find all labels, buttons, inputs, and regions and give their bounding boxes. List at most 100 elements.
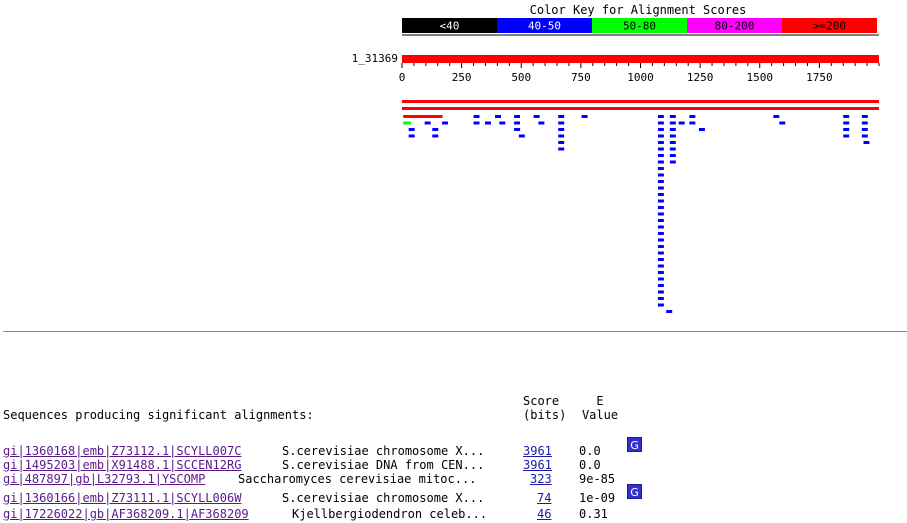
hit-segment [657,180,664,183]
hit-segment [558,115,565,118]
hit-segment [657,245,664,248]
hit-bar-full [402,107,879,110]
hit-segment [558,141,565,144]
hit-segment [698,128,705,131]
hit-segment [442,121,449,125]
hit-segment [843,134,850,138]
hit-segment [657,115,664,118]
hit-segment [538,121,545,125]
hit-segment [863,141,870,144]
hit-description: S.cerevisiae chromosome X... [282,491,485,505]
hit-segment [689,121,696,125]
hit-description: S.cerevisiae chromosome X... [282,444,485,458]
hit-segment [432,128,439,131]
hit-segment [408,128,415,131]
hit-segment [669,134,676,138]
hit-segment [657,264,664,268]
hit-segment [669,141,676,144]
score-link[interactable]: 46 [537,507,551,521]
hit-segment [657,173,664,177]
query-label: 1_31369 [352,52,398,65]
ruler-tick-label: 0 [399,71,406,84]
hit-segment [861,121,868,125]
hit-segment [843,115,850,118]
hit-segment [657,134,664,138]
hit-segment [499,121,506,125]
color-key-bin-label: 40-50 [528,20,561,33]
accession-link[interactable]: gi|1360168|emb|Z73112.1|SCYLL007C [3,444,241,458]
hit-segment [514,115,521,118]
query-bar [402,55,879,63]
hit-segment [657,167,664,170]
hit-segment [657,251,664,255]
hit-segment [669,121,676,125]
gene-link-icon[interactable]: G [627,437,642,452]
ruler-tick-label: 1250 [687,71,714,84]
hit-segment [558,121,565,125]
hit-segment [669,154,676,157]
hit-segment [678,121,685,125]
hit-segment [657,232,664,235]
hit-segment [657,141,664,144]
hit-bar-full [402,100,879,103]
ruler-tick-label: 1000 [627,71,654,84]
score-link[interactable]: 3961 [523,458,552,472]
hit-bars [402,100,879,313]
score-link[interactable]: 323 [530,472,552,486]
score-link[interactable]: 3961 [523,444,552,458]
ruler-tick-label: 250 [452,71,472,84]
ruler-tick-label: 1750 [806,71,833,84]
color-key-bin-label: <40 [440,20,460,33]
hit-segment [657,225,664,229]
result-row: gi|1360166|emb|Z73111.1|SCYLL006W S.cerev… [3,491,643,506]
hit-segment [669,160,676,164]
hit-segment [657,147,664,151]
evalue: 9e-85 [579,472,616,486]
accession-link[interactable]: gi|1495203|emb|X91488.1|SCCEN12RG [3,458,241,472]
hit-segment [861,115,868,118]
hit-segment [657,303,664,307]
hit-segment [558,147,565,151]
hit-segment [403,121,412,125]
result-row: gi|1360168|emb|Z73112.1|SCYLL007C S.cerev… [3,444,643,459]
hit-segment [657,154,664,157]
query-ruler: 1_31369 0 250 500 750 1000 1250 1500 1750 [352,52,880,84]
hit-segment [657,206,664,209]
hit-segment [518,134,525,138]
hit-segment [558,128,565,131]
score-link[interactable]: 74 [537,491,551,505]
score-header: Score (bits) [523,394,567,422]
hit-segment [581,115,588,118]
hit-segment [657,212,664,216]
hit-segment [657,219,664,222]
hit-segment [657,290,664,294]
hit-segment [495,115,501,118]
accession-link[interactable]: gi|1360166|emb|Z73111.1|SCYLL006W [3,491,241,505]
color-key-bin-label: >=200 [813,20,846,33]
hit-segment [689,115,696,118]
hit-segment [408,134,415,138]
hit-segment [432,134,439,138]
hit-segment [657,193,664,196]
hit-description: S.cerevisiae DNA from CEN... [282,458,485,472]
hit-segment [424,121,431,125]
ruler-tick-label: 750 [571,71,591,84]
hit-segment [657,238,664,242]
gene-link-icon[interactable]: G [627,484,642,499]
hit-segment [657,160,664,164]
accession-link[interactable]: gi|17226022|gb|AF368209.1|AF368209 [3,507,249,521]
hit-segment [843,128,850,131]
color-key: Color Key for Alignment Scores <40 40-50 5… [402,3,879,36]
hit-segment [514,121,521,125]
evalue: 0.0 [579,444,601,458]
hit-segment [657,186,664,190]
accession-link[interactable]: gi|487897|gb|L32793.1|YSCOMP [3,472,205,486]
result-row: gi|487897|gb|L32793.1|YSCOMP Saccharomyce… [3,472,643,487]
hit-segment [861,134,868,138]
hit-segment [861,128,868,131]
hit-segment [558,134,565,138]
evalue-header: E Value [581,394,619,422]
color-key-bin-label: 50-80 [623,20,656,33]
hit-segment [533,115,540,118]
hit-segment [484,121,491,125]
